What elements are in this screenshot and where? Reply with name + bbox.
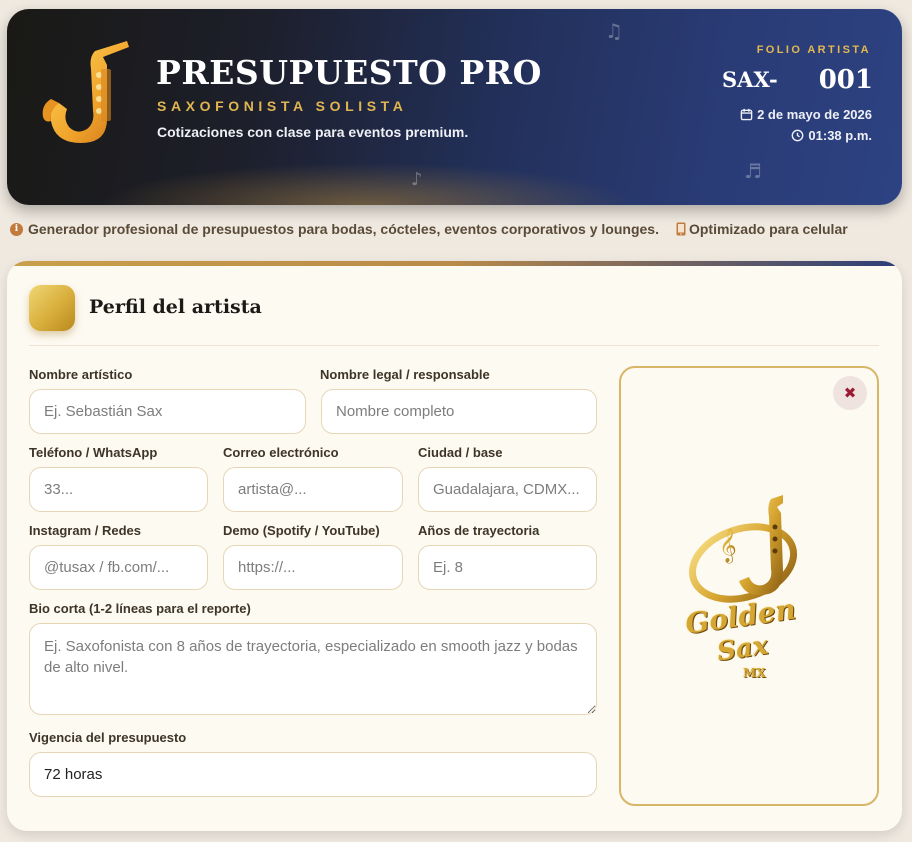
clock-icon — [792, 129, 804, 142]
city-input[interactable] — [418, 467, 597, 512]
legal-name-label: Nombre legal / responsable — [320, 367, 490, 382]
music-note-icon: ♬ — [744, 159, 762, 183]
city-label: Ciudad / base — [418, 445, 503, 460]
section-title: Perfil del artista — [89, 296, 262, 318]
logo-upload-panel[interactable]: ✖ 𝄞 Golden Sax MX — [619, 366, 879, 806]
folio-label: FOLIO ARTISTA — [756, 44, 871, 56]
demo-input[interactable] — [223, 545, 403, 590]
remove-logo-button[interactable]: ✖ — [833, 376, 867, 410]
app-title: PRESUPUESTO PRO — [156, 53, 542, 92]
app-tagline: Cotizaciones con clase para eventos prem… — [157, 124, 469, 140]
email-input[interactable] — [223, 467, 403, 512]
info-strip: i Generador profesional de presupuestos … — [10, 221, 848, 237]
app-subtitle: SAXOFONISTA SOLISTA — [157, 98, 408, 114]
validity-input[interactable] — [29, 752, 597, 797]
email-label: Correo electrónico — [223, 445, 339, 460]
years-label: Años de trayectoria — [418, 523, 540, 538]
header-date-text: 2 de mayo de 2026 — [757, 107, 872, 122]
info-mobile: Optimizado para celular — [688, 221, 848, 237]
folio-number: 001 — [818, 65, 873, 95]
card-accent-bar — [7, 261, 902, 266]
bio-textarea[interactable] — [29, 623, 597, 715]
folio-prefix: SAX- — [722, 67, 778, 92]
stage-name-input[interactable] — [29, 389, 306, 434]
artist-profile-card: Perfil del artista Nombre artístico Nomb… — [7, 261, 902, 831]
music-note-icon: ♫ — [605, 19, 623, 43]
phone-input[interactable] — [29, 467, 208, 512]
header-date: 2 de mayo de 2026 — [740, 107, 872, 122]
music-note-icon: ♪ — [411, 169, 423, 190]
calendar-icon — [740, 108, 753, 121]
instagram-label: Instagram / Redes — [29, 523, 141, 538]
header-time-text: 01:38 p.m. — [808, 128, 872, 143]
stage-name-label: Nombre artístico — [29, 367, 133, 382]
svg-text:𝄞: 𝄞 — [719, 528, 737, 564]
app-header: PRESUPUESTO PRO SAXOFONISTA SOLISTA Coti… — [7, 9, 902, 205]
instagram-input[interactable] — [29, 545, 208, 590]
years-input[interactable] — [418, 545, 597, 590]
legal-name-input[interactable] — [321, 389, 597, 434]
section-divider — [29, 345, 879, 346]
logo-word-mx: MX — [743, 666, 766, 680]
mobile-phone-icon — [676, 222, 686, 236]
info-icon: i — [10, 222, 23, 236]
demo-label: Demo (Spotify / YouTube) — [223, 523, 380, 538]
saxophone-icon — [42, 41, 129, 143]
phone-label: Teléfono / WhatsApp — [29, 445, 158, 460]
info-description: Generador profesional de presupuestos pa… — [28, 221, 659, 237]
bio-label: Bio corta (1-2 líneas para el reporte) — [29, 601, 251, 616]
header-time: 01:38 p.m. — [791, 128, 872, 143]
section-badge-icon — [29, 285, 75, 331]
validity-label: Vigencia del presupuesto — [29, 730, 187, 745]
